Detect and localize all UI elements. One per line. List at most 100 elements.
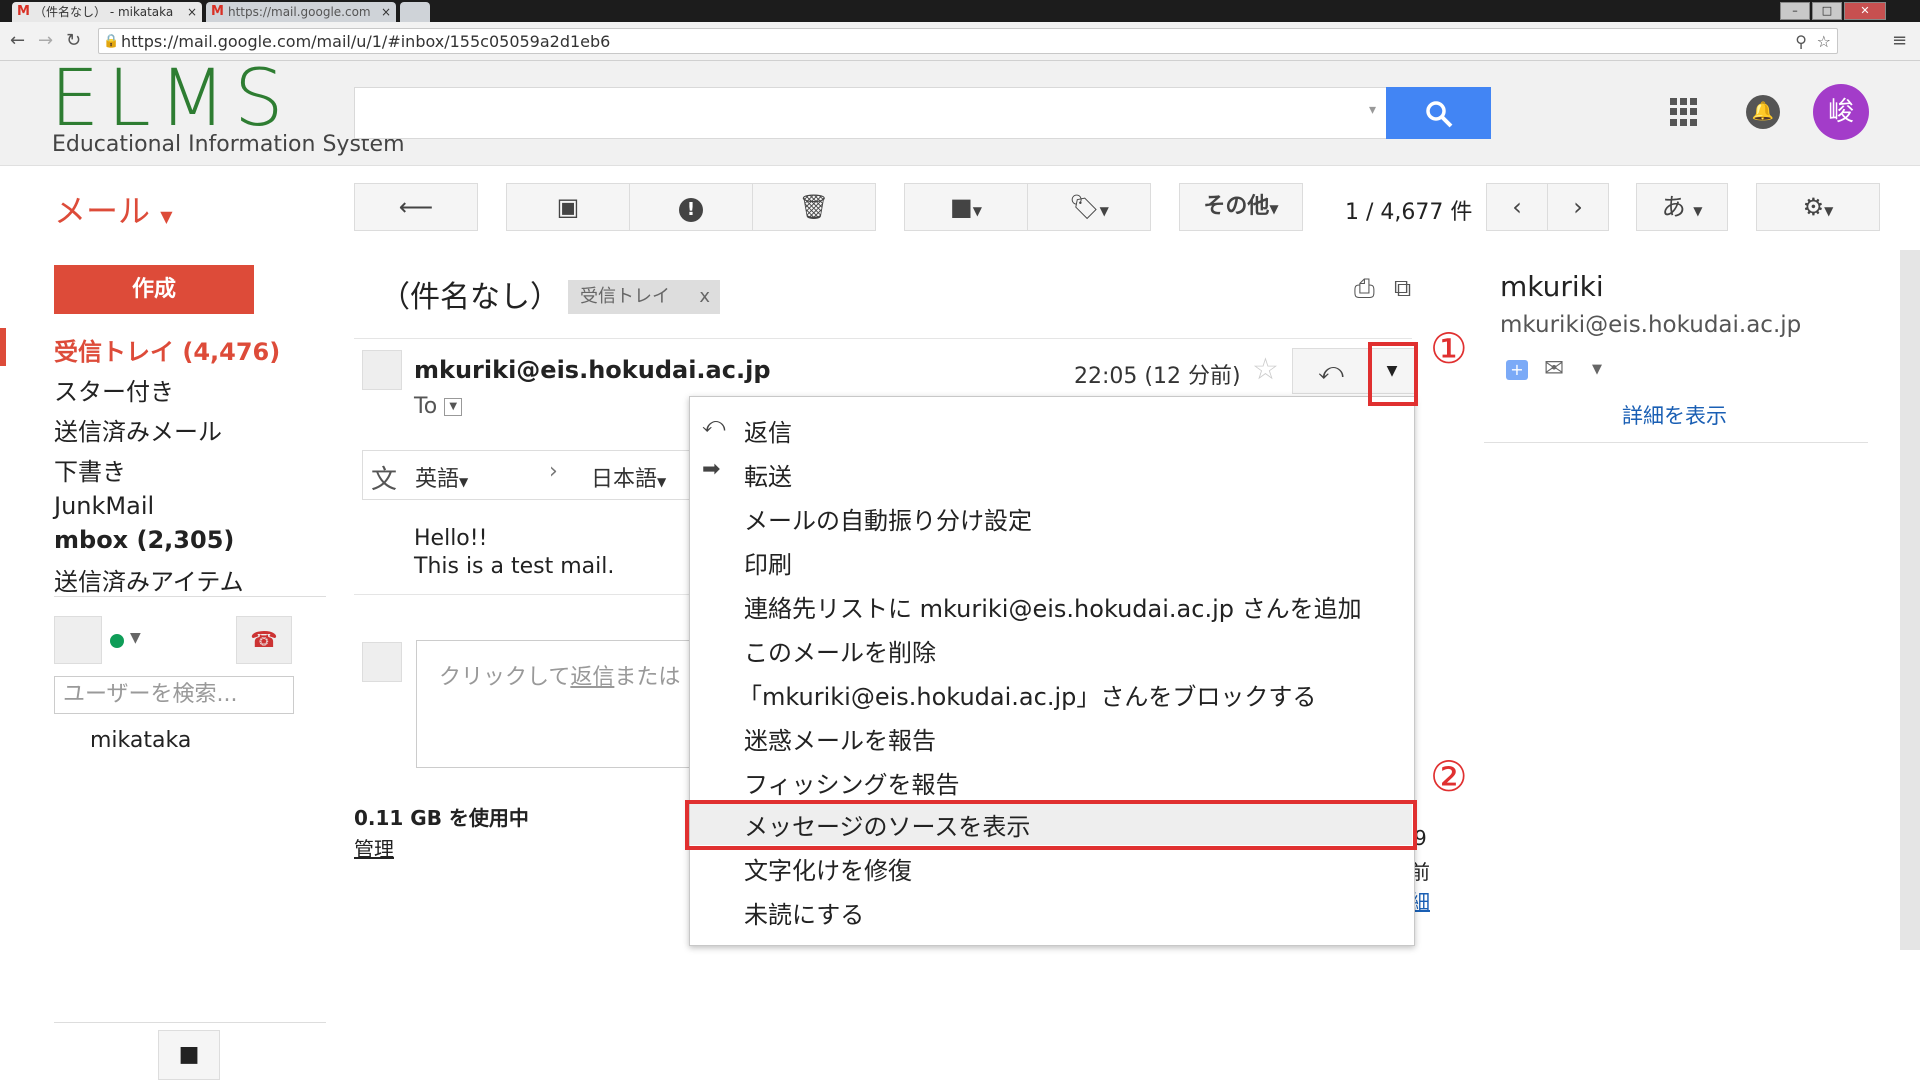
browser-tab-active[interactable]: M （件名なし） - mikataka × bbox=[12, 2, 202, 22]
sidebar-item-junkmail[interactable]: JunkMail bbox=[54, 492, 154, 520]
url-text: https://mail.google.com/mail/u/1/#inbox/… bbox=[121, 32, 611, 51]
maximize-button[interactable]: □ bbox=[1812, 2, 1842, 20]
minimize-button[interactable]: – bbox=[1780, 2, 1810, 20]
body-line: This is a test mail. bbox=[414, 554, 615, 579]
browser-tab[interactable]: M https://mail.google.com × bbox=[206, 2, 396, 22]
sidebar-item-starred[interactable]: スター付き bbox=[54, 372, 174, 407]
tag-icon: 🏷 bbox=[1069, 193, 1100, 221]
menu-item-filter[interactable]: メールの自動振り分け設定 bbox=[744, 501, 1032, 536]
sidebar-item-sent[interactable]: 送信済みメール bbox=[54, 412, 222, 447]
menu-item-forward[interactable]: 転送 bbox=[744, 457, 792, 492]
chevron-down-icon: ▼ bbox=[1693, 204, 1703, 218]
translate-from-label: 英語 bbox=[415, 467, 460, 492]
mail-icon[interactable]: ✉ bbox=[1544, 354, 1564, 382]
move-to-button[interactable]: ■▼ bbox=[904, 183, 1028, 231]
chat-add-icon[interactable]: + bbox=[1506, 360, 1528, 380]
open-new-window-icon[interactable]: ⧉ bbox=[1394, 274, 1411, 302]
more-button[interactable]: その他▼ bbox=[1179, 183, 1303, 231]
chevron-right-icon: › bbox=[549, 459, 558, 484]
show-details-link[interactable]: 詳細を表示 bbox=[1622, 400, 1727, 430]
menu-item-fix-encoding[interactable]: 文字化けを修復 bbox=[744, 851, 912, 886]
newer-button[interactable]: ‹ bbox=[1486, 183, 1548, 231]
annotation-box-1 bbox=[1368, 342, 1418, 406]
recipients-toggle[interactable]: To ▼ bbox=[414, 394, 463, 419]
bookmark-star-icon[interactable]: ☆ bbox=[1817, 29, 1831, 55]
user-search-input[interactable]: ユーザーを検索... bbox=[54, 676, 294, 714]
annotation-box-2 bbox=[685, 800, 1417, 850]
forward-icon[interactable]: → bbox=[38, 30, 53, 51]
contact-email: mkuriki@eis.hokudai.ac.jp bbox=[1500, 312, 1802, 338]
menu-item-delete[interactable]: このメールを削除 bbox=[744, 633, 936, 668]
menu-item-report-phishing[interactable]: フィッシングを報告 bbox=[744, 765, 960, 800]
settings-button[interactable]: ⚙▼ bbox=[1756, 183, 1880, 231]
message-body: Hello!! This is a test mail. bbox=[414, 525, 614, 581]
sidebar-item-drafts[interactable]: 下書き bbox=[54, 452, 126, 487]
url-bar[interactable]: 🔒 https://mail.google.com/mail/u/1/#inbo… bbox=[98, 28, 1838, 54]
window-close-button[interactable]: ✕ bbox=[1844, 2, 1886, 20]
sidebar-item-inbox[interactable]: 受信トレイ (4,476) bbox=[54, 332, 280, 367]
delete-button[interactable]: 🗑 bbox=[752, 183, 876, 231]
input-tools-button[interactable]: あ ▼ bbox=[1636, 183, 1728, 231]
reply-link[interactable]: 返信 bbox=[570, 665, 614, 690]
annotation-step-2: ② bbox=[1430, 752, 1468, 801]
sidebar-item-sent-items[interactable]: 送信済みアイテム bbox=[54, 562, 244, 597]
translate-to-label: 日本語 bbox=[591, 467, 658, 492]
chevron-down-icon[interactable]: ▼ bbox=[1592, 362, 1602, 377]
folder-icon: ■ bbox=[950, 193, 973, 221]
menu-item-block[interactable]: 「mkuriki@eis.hokudai.ac.jp」さんをブロックする bbox=[738, 677, 1316, 712]
status-online-icon[interactable] bbox=[110, 634, 124, 648]
remove-label-icon[interactable]: x bbox=[699, 280, 710, 314]
labels-button[interactable]: 🏷▼ bbox=[1027, 183, 1151, 231]
translate-icon: 文 bbox=[371, 465, 398, 495]
divider bbox=[54, 1022, 326, 1023]
inbox-label-chip[interactable]: 受信トレイ x bbox=[568, 280, 720, 314]
menu-item-add-contact[interactable]: 連絡先リストに mkuriki@eis.hokudai.ac.jp さんを追加 bbox=[744, 589, 1362, 624]
menu-item-report-spam[interactable]: 迷惑メールを報告 bbox=[744, 721, 936, 756]
menu-item-reply[interactable]: 返信 bbox=[744, 413, 792, 448]
annotation-step-1: ① bbox=[1430, 324, 1468, 373]
account-avatar[interactable]: 峻 bbox=[1813, 84, 1869, 140]
search-button[interactable] bbox=[1386, 87, 1491, 139]
menu-icon[interactable]: ≡ bbox=[1892, 30, 1907, 51]
reply-icon: ⤺ bbox=[702, 413, 726, 438]
forward-icon: ➡ bbox=[702, 457, 721, 482]
menu-item-print[interactable]: 印刷 bbox=[744, 545, 792, 580]
older-button[interactable]: › bbox=[1547, 183, 1609, 231]
input-tool-label: あ bbox=[1661, 193, 1686, 221]
chat-bubble-icon[interactable]: ■ bbox=[158, 1030, 220, 1080]
mail-switcher[interactable]: メール ▼ bbox=[54, 186, 173, 232]
apps-grid-icon[interactable] bbox=[1670, 98, 1698, 126]
archive-icon: ▣ bbox=[556, 193, 580, 221]
close-icon[interactable]: × bbox=[187, 2, 197, 22]
logo[interactable]: ELMS bbox=[50, 60, 292, 138]
archive-button[interactable]: ▣ bbox=[506, 183, 630, 231]
chat-avatar[interactable] bbox=[54, 616, 102, 664]
back-to-inbox-button[interactable]: ⟵ bbox=[354, 183, 478, 231]
translate-to-select[interactable]: 日本語▼ bbox=[591, 461, 666, 493]
sender-email[interactable]: mkuriki@eis.hokudai.ac.jp bbox=[414, 356, 771, 384]
menu-item-mark-unread[interactable]: 未読にする bbox=[744, 895, 864, 930]
close-icon[interactable]: × bbox=[381, 2, 391, 22]
sidebar-item-mbox[interactable]: mbox (2,305) bbox=[54, 526, 234, 554]
chat-contact[interactable]: mikataka bbox=[90, 728, 191, 753]
phone-icon[interactable]: ☎ bbox=[236, 616, 292, 664]
reload-icon[interactable]: ↻ bbox=[66, 30, 81, 51]
star-icon[interactable]: ☆ bbox=[1252, 352, 1279, 387]
print-icon[interactable]: ⎙ bbox=[1354, 274, 1375, 305]
notification-bell-icon[interactable]: 🔔 bbox=[1746, 95, 1780, 129]
label-text: 受信トレイ bbox=[580, 286, 670, 307]
compose-button[interactable]: 作成 bbox=[54, 265, 254, 314]
manage-storage-link[interactable]: 管理 bbox=[354, 833, 394, 862]
new-tab-button[interactable] bbox=[400, 2, 430, 22]
translate-from-select[interactable]: 英語▼ bbox=[415, 461, 468, 493]
search-options-icon[interactable]: ▾ bbox=[1369, 102, 1376, 118]
scrollbar[interactable] bbox=[1900, 250, 1920, 950]
reply-button[interactable]: ⤺ bbox=[1292, 348, 1370, 394]
chevron-down-icon[interactable]: ▼ bbox=[130, 630, 141, 646]
report-spam-button[interactable]: ! bbox=[629, 183, 753, 231]
back-icon[interactable]: ← bbox=[10, 30, 25, 51]
zoom-icon[interactable]: ⚲ bbox=[1795, 29, 1807, 55]
tab-label: https://mail.google.com bbox=[228, 5, 371, 19]
search-input[interactable]: ▾ bbox=[354, 87, 1387, 139]
divider bbox=[354, 594, 694, 595]
